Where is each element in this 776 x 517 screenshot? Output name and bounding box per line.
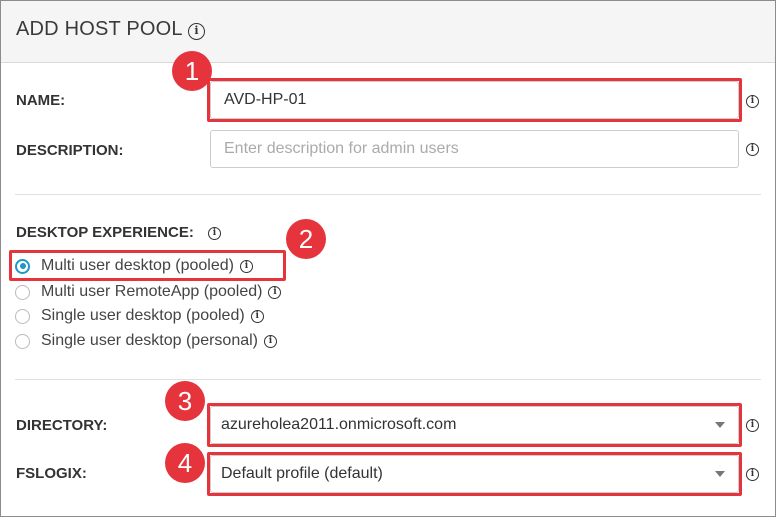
page-title: ADD HOST POOL bbox=[16, 18, 183, 40]
add-host-pool-panel: ADD HOST POOL i NAME: AVD-HP-01 i DESCRI… bbox=[0, 0, 776, 517]
description-label: DESCRIPTION: bbox=[16, 142, 124, 159]
callout-badge-3: 3 bbox=[165, 381, 205, 421]
directory-info-icon[interactable]: i bbox=[746, 419, 759, 432]
chevron-down-icon[interactable] bbox=[715, 422, 725, 428]
description-info-icon[interactable]: i bbox=[746, 143, 759, 156]
chevron-down-icon[interactable] bbox=[715, 471, 725, 477]
info-icon[interactable]: i bbox=[268, 285, 282, 299]
radio-single-user-personal[interactable]: Single user desktop (personal) i bbox=[15, 331, 278, 351]
description-input[interactable]: Enter description for admin users bbox=[210, 130, 739, 168]
info-icon[interactable]: i bbox=[264, 334, 278, 348]
info-icon[interactable]: i bbox=[239, 259, 253, 273]
info-icon[interactable]: i bbox=[188, 23, 205, 40]
name-info-icon[interactable]: i bbox=[746, 95, 759, 108]
radio-unselected-icon[interactable] bbox=[15, 333, 30, 349]
directory-label: DIRECTORY: bbox=[16, 417, 108, 434]
radio-unselected-icon[interactable] bbox=[15, 308, 30, 324]
radio-unselected-icon[interactable] bbox=[15, 284, 30, 300]
name-input[interactable]: AVD-HP-01 bbox=[210, 81, 739, 119]
divider bbox=[15, 194, 761, 195]
info-icon[interactable]: i bbox=[250, 309, 264, 323]
directory-select[interactable]: azureholea2011.onmicrosoft.com bbox=[210, 406, 739, 444]
callout-badge-1: 1 bbox=[172, 51, 212, 91]
fslogix-select[interactable]: Default profile (default) bbox=[210, 455, 739, 493]
radio-label: Single user desktop (pooled) bbox=[41, 307, 245, 324]
desktop-experience-info-icon[interactable]: i bbox=[208, 227, 221, 240]
radio-multi-user-remoteapp[interactable]: Multi user RemoteApp (pooled) i bbox=[15, 282, 282, 302]
desktop-experience-label: DESKTOP EXPERIENCE: bbox=[16, 224, 194, 241]
description-placeholder: Enter description for admin users bbox=[224, 140, 459, 157]
radio-selected-icon[interactable] bbox=[15, 258, 30, 274]
name-label: NAME: bbox=[16, 92, 66, 109]
callout-badge-2: 2 bbox=[286, 219, 326, 259]
fslogix-info-icon[interactable]: i bbox=[746, 468, 759, 481]
divider bbox=[15, 379, 761, 380]
radio-multi-user-desktop[interactable]: Multi user desktop (pooled) i bbox=[15, 256, 253, 276]
radio-label: Multi user desktop (pooled) bbox=[41, 257, 234, 274]
directory-value: azureholea2011.onmicrosoft.com bbox=[221, 416, 457, 433]
radio-single-user-pooled[interactable]: Single user desktop (pooled) i bbox=[15, 306, 264, 326]
fslogix-label: FSLOGIX: bbox=[16, 465, 87, 482]
name-input-value: AVD-HP-01 bbox=[224, 91, 307, 108]
callout-badge-4: 4 bbox=[165, 443, 205, 483]
radio-label: Single user desktop (personal) bbox=[41, 332, 259, 349]
panel-header: ADD HOST POOL i bbox=[1, 1, 775, 63]
radio-label: Multi user RemoteApp (pooled) bbox=[41, 283, 263, 300]
fslogix-value: Default profile (default) bbox=[221, 465, 383, 482]
